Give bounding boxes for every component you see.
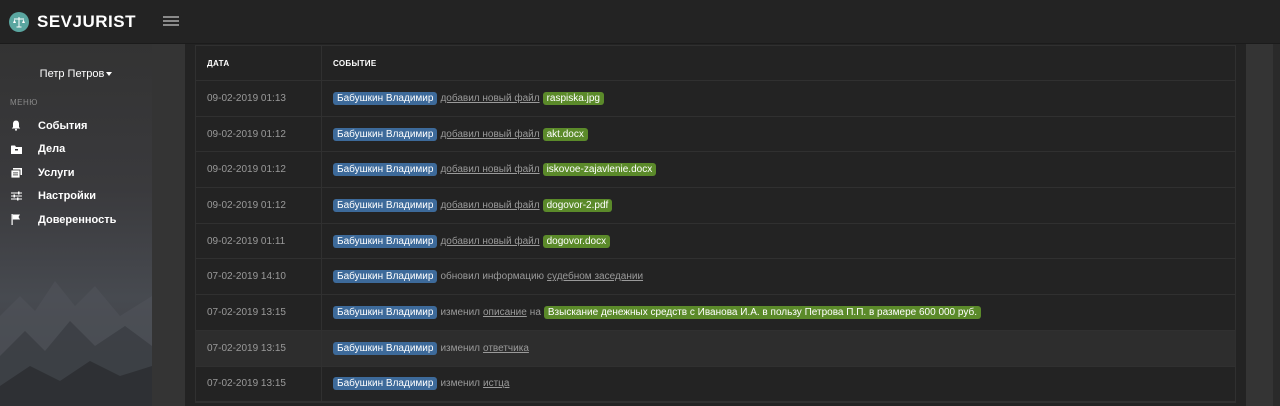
sidebar-item-label: Дела [38, 143, 66, 156]
table-row: 09-02-2019 01:12 Бабушкин Владимир добав… [196, 188, 1235, 224]
sidebar-item-power-of-attorney[interactable]: Доверенность [0, 208, 152, 232]
event-description: Бабушкин Владимир добавил новый файл dog… [322, 188, 1235, 223]
event-description: Бабушкин Владимир добавил новый файл dog… [322, 224, 1235, 259]
event-verb: изменил [440, 378, 480, 390]
user-badge[interactable]: Бабушкин Владимир [333, 377, 438, 391]
file-badge[interactable]: akt.docx [542, 127, 588, 141]
table-row: 09-02-2019 01:12 Бабушкин Владимир добав… [196, 116, 1235, 153]
event-date: 09-02-2019 01:13 [196, 81, 322, 116]
table-row: 07-02-2019 13:15 Бабушкин Владимир измен… [196, 330, 1235, 367]
event-description: Бабушкин Владимир добавил новый файл akt… [322, 117, 1235, 152]
scales-logo-icon [9, 12, 29, 32]
event-verb: изменил [440, 342, 480, 354]
events-table: ДАТА СОБЫТИЕ 09-02-2019 01:13 Бабушкин В… [195, 45, 1236, 404]
event-date: 09-02-2019 01:12 [196, 116, 322, 152]
event-date: 07-02-2019 13:15 [196, 295, 322, 330]
sliders-icon [10, 190, 22, 202]
event-description: Бабушкин Владимир изменил описание на Вз… [322, 295, 1235, 330]
sidebar-nav: События Дела Услуги Настройки Довереннос… [0, 114, 152, 232]
event-date: 09-02-2019 01:11 [196, 223, 322, 259]
sidebar-item-label: Услуги [38, 166, 75, 179]
user-badge[interactable]: Бабушкин Владимир [333, 198, 438, 212]
table-row: 09-02-2019 01:13 Бабушкин Владимир добав… [196, 81, 1235, 117]
file-badge[interactable]: dogovor.docx [542, 234, 611, 248]
file-badge[interactable]: iskovoe-zajavlenie.docx [542, 163, 657, 177]
sidebar-item-label: Доверенность [38, 213, 117, 226]
user-badge[interactable]: Бабушкин Владимир [333, 341, 438, 355]
page-scrollbar[interactable] [1273, 44, 1280, 406]
event-target-link[interactable]: описание [483, 307, 527, 318]
table-row: 09-02-2019 01:11 Бабушкин Владимир добав… [196, 223, 1235, 260]
sidebar: Петр Петров МЕНЮ События Дела Услуги Нас… [0, 44, 152, 406]
user-menu[interactable]: Петр Петров [0, 68, 152, 80]
stack-icon [10, 167, 22, 179]
event-description: Бабушкин Владимир изменил ответчика [322, 331, 1235, 366]
event-date: 07-02-2019 13:15 [196, 330, 322, 366]
event-target-link[interactable]: судебном заседании [547, 271, 643, 282]
event-description: Бабушкин Владимир обновил информацию суд… [322, 259, 1235, 294]
event-target-link[interactable]: истца [483, 378, 509, 389]
table-row: 07-02-2019 14:10 Бабушкин Владимир обнов… [196, 259, 1235, 296]
event-action-link[interactable]: добавил новый файл [440, 236, 539, 247]
flag-icon [10, 214, 22, 226]
event-action-link[interactable]: добавил новый файл [440, 129, 539, 140]
event-date: 09-02-2019 01:12 [196, 152, 322, 188]
brand-name: SEVJURIST [37, 12, 136, 31]
event-description: Бабушкин Владимир добавил новый файл ras… [322, 81, 1235, 116]
event-description: Бабушкин Владимир изменил истца [322, 367, 1235, 402]
user-badge[interactable]: Бабушкин Владимир [333, 163, 438, 177]
file-badge[interactable]: dogovor-2.pdf [542, 198, 613, 212]
column-header-event[interactable]: СОБЫТИЕ [322, 46, 1235, 80]
sidebar-item-cases[interactable]: Дела [0, 138, 152, 162]
table-row: 07-02-2019 13:15 Бабушкин Владимир измен… [196, 366, 1235, 403]
top-bar: SEVJURIST [0, 0, 1280, 44]
sidebar-item-label: Настройки [38, 190, 97, 203]
caret-down-icon [106, 72, 113, 77]
user-badge[interactable]: Бабушкин Владимир [333, 91, 438, 105]
event-preposition: на [529, 306, 541, 318]
event-action-link[interactable]: добавил новый файл [440, 200, 539, 211]
user-badge[interactable]: Бабушкин Владимир [333, 305, 438, 319]
sidebar-item-services[interactable]: Услуги [0, 161, 152, 185]
event-target-link[interactable]: ответчика [483, 343, 529, 354]
event-description: Бабушкин Владимир добавил новый файл isk… [322, 152, 1235, 187]
sidebar-item-settings[interactable]: Настройки [0, 185, 152, 209]
value-badge: Взыскание денежных средств с Иванова И.А… [543, 305, 981, 319]
menu-toggle-icon[interactable] [163, 14, 179, 28]
sidebar-item-label: События [38, 119, 88, 132]
column-header-date[interactable]: ДАТА [196, 46, 322, 80]
sidebar-item-events[interactable]: События [0, 114, 152, 138]
bell-icon [10, 120, 22, 132]
folder-icon [10, 143, 22, 155]
menu-label: МЕНЮ [10, 98, 38, 107]
event-date: 07-02-2019 13:15 [196, 366, 322, 402]
brand[interactable]: SEVJURIST [0, 0, 152, 44]
event-date: 07-02-2019 14:10 [196, 259, 322, 295]
table-header: ДАТА СОБЫТИЕ [196, 46, 1235, 81]
mountain-background [0, 281, 152, 406]
user-badge[interactable]: Бабушкин Владимир [333, 127, 438, 141]
user-badge[interactable]: Бабушкин Владимир [333, 234, 438, 248]
event-verb: изменил [440, 306, 480, 318]
event-verb: обновил информацию [440, 271, 545, 283]
event-date: 09-02-2019 01:12 [196, 188, 322, 223]
table-row: 07-02-2019 13:15 Бабушкин Владимир измен… [196, 295, 1235, 331]
file-badge[interactable]: raspiska.jpg [542, 91, 604, 105]
user-name: Петр Петров [39, 68, 105, 80]
event-action-link[interactable]: добавил новый файл [440, 93, 539, 104]
event-action-link[interactable]: добавил новый файл [440, 164, 539, 175]
user-badge[interactable]: Бабушкин Владимир [333, 270, 438, 284]
table-row: 09-02-2019 01:12 Бабушкин Владимир добав… [196, 152, 1235, 189]
